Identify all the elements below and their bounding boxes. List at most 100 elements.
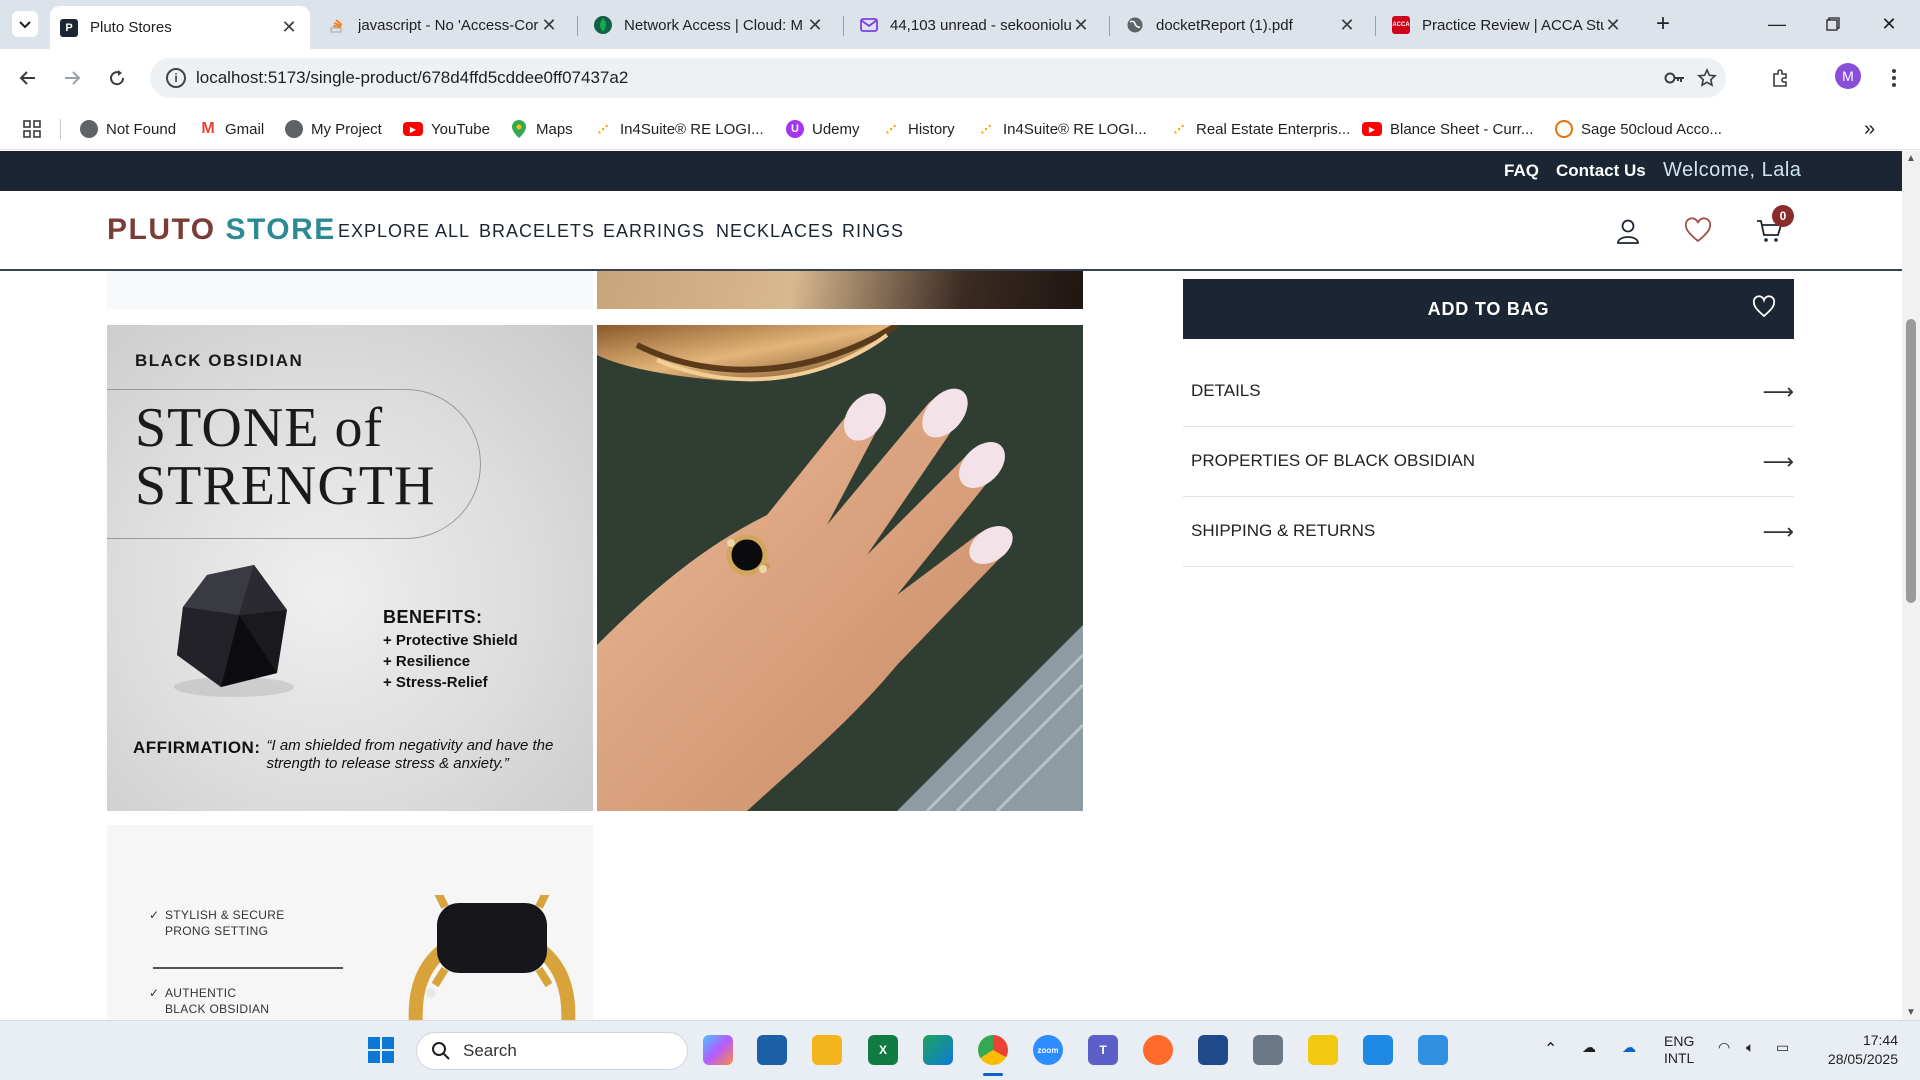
page-scrollbar[interactable]: ▲ ▼: [1902, 151, 1920, 1020]
tab-search-button[interactable]: [12, 11, 38, 37]
close-tab-icon[interactable]: ✕: [540, 15, 558, 36]
product-image-hand-ring[interactable]: [597, 325, 1083, 811]
scrollbar-thumb[interactable]: [1906, 319, 1916, 603]
bookmark-udemy[interactable]: U Udemy: [786, 118, 860, 140]
tab-mail[interactable]: 44,103 unread - sekooniolu ✕: [850, 6, 1102, 44]
bookmark-gmail[interactable]: M Gmail: [199, 118, 264, 140]
reload-button[interactable]: [103, 64, 131, 92]
add-to-bag-button[interactable]: ADD TO BAG: [1183, 279, 1794, 339]
close-tab-icon[interactable]: ✕: [1338, 15, 1356, 36]
site-logo[interactable]: PLUTO STORE: [107, 213, 336, 247]
tab-title: Practice Review | ACCA Stu: [1422, 16, 1604, 34]
teams-icon[interactable]: T: [1088, 1035, 1118, 1065]
reload-icon: [110, 70, 125, 86]
faq-link[interactable]: FAQ: [1504, 161, 1539, 181]
wishlist-heart-icon[interactable]: [1752, 295, 1776, 319]
address-bar[interactable]: i localhost:5173/single-product/678d4ffd…: [150, 58, 1726, 98]
accordion-properties[interactable]: PROPERTIES OF BLACK OBSIDIAN ⟶: [1183, 427, 1794, 497]
restore-button[interactable]: [1818, 10, 1848, 38]
tab-stackoverflow[interactable]: javascript - No 'Access-Cor ✕: [318, 6, 570, 44]
bookmark-sage[interactable]: Sage 50cloud Acco...: [1555, 118, 1722, 140]
taskbar-search-box[interactable]: Search: [416, 1032, 688, 1070]
tab-acca[interactable]: ACCA Practice Review | ACCA Stu ✕: [1382, 6, 1634, 44]
wifi-icon[interactable]: ◠: [1718, 1039, 1730, 1056]
close-tab-icon[interactable]: ✕: [280, 17, 298, 38]
onedrive-cloud-icon[interactable]: ☁: [1582, 1039, 1596, 1056]
bookmark-balance-sheet[interactable]: ▶ Blance Sheet - Curr...: [1362, 118, 1533, 140]
vscode-icon[interactable]: [1363, 1035, 1393, 1065]
forward-button[interactable]: [58, 64, 86, 92]
accordion-label: DETAILS: [1191, 381, 1261, 400]
scroll-down-icon[interactable]: ▼: [1906, 1007, 1916, 1018]
site-info-icon[interactable]: i: [166, 68, 186, 88]
bookmark-history[interactable]: ⋰ History: [882, 118, 955, 140]
edge-icon[interactable]: [923, 1035, 953, 1065]
close-tab-icon[interactable]: ✕: [1604, 15, 1622, 36]
browser-menu-icon[interactable]: [1883, 68, 1905, 88]
product-image-partial-right[interactable]: [597, 271, 1083, 309]
bookmark-real-estate[interactable]: ⋰ Real Estate Enterpris...: [1170, 118, 1351, 140]
bookmark-not-found[interactable]: Not Found: [80, 118, 176, 140]
postman-icon[interactable]: [1143, 1035, 1173, 1065]
bookmark-star-icon[interactable]: [1696, 68, 1718, 88]
bookmark-my-project[interactable]: My Project: [285, 118, 382, 140]
benefits-heading: BENEFITS:: [383, 607, 483, 627]
close-tab-icon[interactable]: ✕: [1072, 15, 1090, 36]
bookmark-maps[interactable]: Maps: [510, 118, 573, 140]
back-button[interactable]: [14, 64, 42, 92]
nav-bracelets[interactable]: BRACELETS: [479, 221, 595, 242]
windows-taskbar: Search X zoom T ⌃ ☁ ☁ ENG INTL ◠ 🔈︎ ▭ 17…: [0, 1020, 1920, 1080]
product-image-obsidian-info[interactable]: BLACK OBSIDIAN STONE of STRENGTH BENEFIT…: [107, 325, 593, 811]
password-key-icon[interactable]: [1664, 68, 1686, 88]
close-window-button[interactable]: ✕: [1874, 10, 1904, 38]
system-clock[interactable]: 17:44 28/05/2025: [1818, 1031, 1898, 1069]
excel-icon[interactable]: X: [868, 1035, 898, 1065]
document-scanner-icon[interactable]: [1198, 1035, 1228, 1065]
calculator-icon[interactable]: [1253, 1035, 1283, 1065]
chevron-down-icon: [19, 21, 31, 29]
apps-grid-icon[interactable]: [22, 118, 42, 140]
nav-rings[interactable]: RINGS: [842, 221, 904, 242]
lang-line1: ENG: [1664, 1033, 1695, 1049]
accordion-shipping-returns[interactable]: SHIPPING & RETURNS ⟶: [1183, 497, 1794, 567]
url-text[interactable]: localhost:5173/single-product/678d4ffd5c…: [196, 68, 628, 88]
tray-overflow-chevron-icon[interactable]: ⌃: [1544, 1039, 1557, 1059]
wishlist-heart-icon[interactable]: [1684, 217, 1712, 245]
tab-docket-report[interactable]: docketReport (1).pdf ✕: [1116, 6, 1368, 44]
remote-desktop-icon[interactable]: [757, 1035, 787, 1065]
input-language-indicator[interactable]: ENG INTL: [1664, 1033, 1694, 1067]
volume-icon[interactable]: 🔈︎: [1746, 1039, 1754, 1056]
extensions-puzzle-icon[interactable]: [1770, 68, 1792, 88]
product-image-partial-left[interactable]: [107, 271, 593, 309]
accordion-details[interactable]: DETAILS ⟶: [1183, 357, 1794, 427]
chrome-icon[interactable]: [978, 1035, 1008, 1065]
zoom-icon[interactable]: zoom: [1033, 1035, 1063, 1065]
photos-icon[interactable]: [1418, 1035, 1448, 1065]
user-account-icon[interactable]: [1614, 217, 1642, 245]
power-bi-icon[interactable]: [1308, 1035, 1338, 1065]
tab-title: docketReport (1).pdf: [1156, 16, 1293, 34]
nav-earrings[interactable]: EARRINGS: [603, 221, 705, 242]
tab-mongodb[interactable]: Network Access | Cloud: M ✕: [584, 6, 836, 44]
nav-explore-all[interactable]: EXPLORE ALL: [338, 221, 470, 242]
bookmark-in4suite-1[interactable]: ⋰ In4Suite® RE LOGI...: [594, 118, 764, 140]
bookmark-in4suite-2[interactable]: ⋰ In4Suite® RE LOGI...: [977, 118, 1147, 140]
onedrive-sync-icon[interactable]: ☁: [1622, 1039, 1636, 1056]
nav-necklaces[interactable]: NECKLACES: [716, 221, 834, 242]
new-tab-button[interactable]: +: [1648, 10, 1678, 38]
tab-title: javascript - No 'Access-Cor: [358, 16, 539, 34]
mongodb-leaf-icon: [594, 16, 612, 34]
windows-start-icon[interactable]: [366, 1035, 396, 1065]
battery-icon[interactable]: ▭: [1776, 1039, 1789, 1056]
bookmarks-overflow-icon[interactable]: »: [1864, 118, 1875, 140]
file-explorer-icon[interactable]: [812, 1035, 842, 1065]
product-image-ring-details[interactable]: ✓ STYLISH & SECURE PRONG SETTING ✓ AUTHE…: [107, 825, 593, 1020]
close-tab-icon[interactable]: ✕: [806, 15, 824, 36]
tab-pluto-stores[interactable]: P Pluto Stores ✕: [50, 6, 310, 49]
contact-us-link[interactable]: Contact Us: [1556, 161, 1646, 181]
scroll-up-icon[interactable]: ▲: [1906, 153, 1916, 164]
profile-avatar[interactable]: M: [1835, 63, 1861, 89]
minimize-button[interactable]: —: [1762, 10, 1792, 38]
bookmark-youtube[interactable]: ▶ YouTube: [403, 118, 490, 140]
copilot-icon[interactable]: [703, 1035, 733, 1065]
